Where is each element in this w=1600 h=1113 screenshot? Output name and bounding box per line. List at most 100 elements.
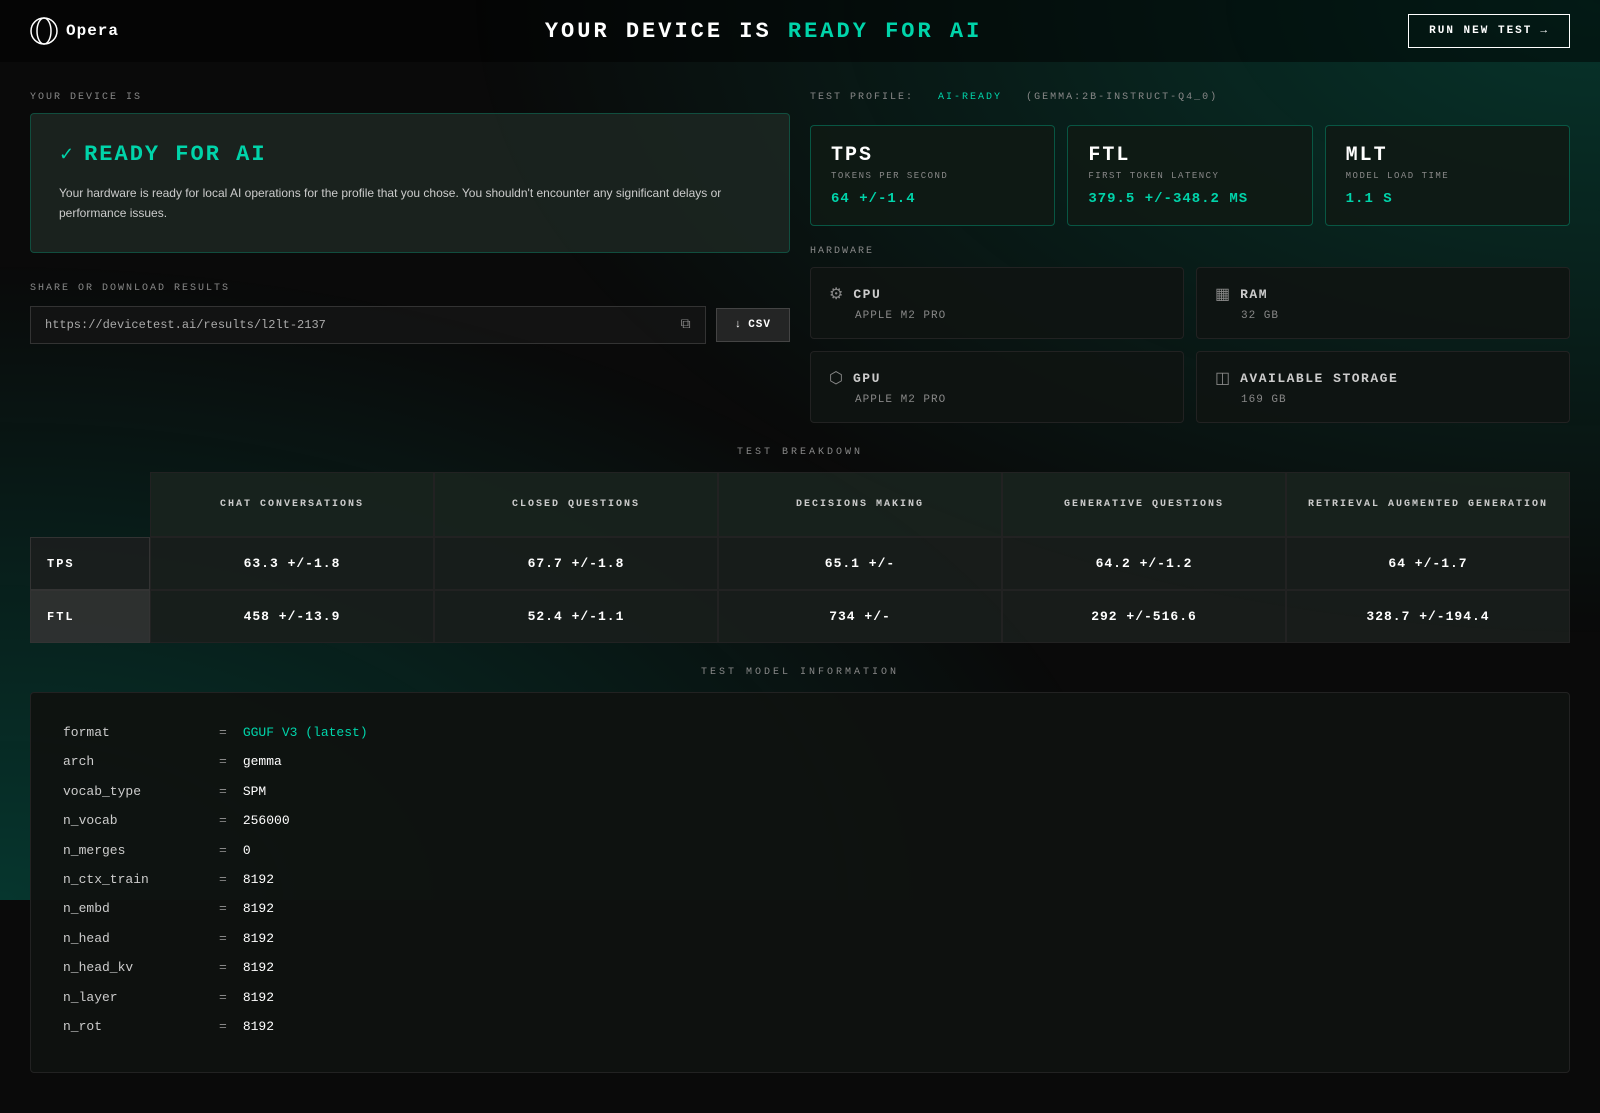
tps-retrieval-cell: 64 +/-1.7 bbox=[1286, 537, 1570, 590]
download-icon: ↓ bbox=[735, 319, 743, 331]
run-test-button[interactable]: RUN NEW TEST → bbox=[1408, 14, 1570, 48]
model-info-line-nvocab: n_vocab = 256000 bbox=[63, 809, 1537, 832]
header-title-highlight: READY FOR AI bbox=[788, 19, 982, 44]
metrics-row: TPS TOKENS PER SECOND 64 +/-1.4 FTL FIRS… bbox=[810, 125, 1570, 226]
hw-cpu-name: CPU bbox=[853, 287, 881, 302]
hardware-label: HARDWARE bbox=[810, 246, 1570, 257]
header: Opera YOUR DEVICE IS READY FOR AI RUN NE… bbox=[0, 0, 1600, 62]
hardware-grid: ⚙ CPU APPLE M2 PRO ▦ RAM 32 GB bbox=[810, 267, 1570, 423]
breakdown-col-decisions: DECISIONS MAKING bbox=[718, 472, 1002, 537]
ftl-closed-cell: 52.4 +/-1.1 bbox=[434, 590, 718, 643]
csv-download-button[interactable]: ↓ CSV bbox=[716, 308, 790, 342]
ftl-decisions-cell: 734 +/- bbox=[718, 590, 1002, 643]
url-display: https://devicetest.ai/results/l2lt-2137 … bbox=[30, 306, 706, 344]
tps-chat-cell: 63.3 +/-1.8 bbox=[150, 537, 434, 590]
info-eq-nlayer: = bbox=[219, 986, 227, 1009]
tps-closed-cell: 67.7 +/-1.8 bbox=[434, 537, 718, 590]
test-breakdown-section: TEST BREAKDOWN CHAT CONVERSATIONS CLOSED… bbox=[0, 447, 1600, 643]
info-eq-nrot: = bbox=[219, 1015, 227, 1038]
info-eq-nmerges: = bbox=[219, 839, 227, 862]
model-info-line-nmerges: n_merges = 0 bbox=[63, 839, 1537, 862]
hw-gpu-header: ⬡ GPU bbox=[829, 368, 1165, 388]
device-section-label: YOUR DEVICE IS bbox=[30, 92, 790, 103]
metric-card-ftl: FTL FIRST TOKEN LATENCY 379.5 +/-348.2 M… bbox=[1067, 125, 1312, 226]
info-eq-nembd: = bbox=[219, 897, 227, 920]
hw-gpu-value: APPLE M2 PRO bbox=[829, 394, 1165, 406]
breakdown-header-row: CHAT CONVERSATIONS CLOSED QUESTIONS DECI… bbox=[30, 472, 1570, 537]
info-key-nrot: n_rot bbox=[63, 1015, 203, 1038]
info-key-nctx: n_ctx_train bbox=[63, 868, 203, 891]
main-content: YOUR DEVICE IS ✓ READY FOR AI Your hardw… bbox=[0, 62, 1600, 423]
info-key-nmerges: n_merges bbox=[63, 839, 203, 862]
tps-decisions-cell: 65.1 +/- bbox=[718, 537, 1002, 590]
hw-ram-header: ▦ RAM bbox=[1215, 284, 1551, 304]
ready-heading: READY FOR AI bbox=[84, 142, 266, 167]
breakdown-col-generative: GENERATIVE QUESTIONS bbox=[1002, 472, 1286, 537]
model-info-line-arch: arch = gemma bbox=[63, 750, 1537, 773]
hw-gpu-name: GPU bbox=[853, 371, 881, 386]
ftl-retrieval-cell: 328.7 +/-194.4 bbox=[1286, 590, 1570, 643]
ready-description: Your hardware is ready for local AI oper… bbox=[59, 183, 761, 224]
header-title-prefix: YOUR DEVICE IS bbox=[545, 19, 788, 44]
copy-icon[interactable]: ⧉ bbox=[681, 317, 691, 333]
hw-storage-name: AVAILABLE STORAGE bbox=[1240, 371, 1398, 386]
metric-tps-value: 64 +/-1.4 bbox=[831, 191, 1034, 207]
model-info-line-nhead: n_head = 8192 bbox=[63, 927, 1537, 950]
info-key-vocab: vocab_type bbox=[63, 780, 203, 803]
info-val-nembd: 8192 bbox=[243, 897, 274, 920]
model-info-card: format = GGUF V3 (latest) arch = gemma v… bbox=[30, 692, 1570, 1073]
breakdown-col-chat: CHAT CONVERSATIONS bbox=[150, 472, 434, 537]
page-wrapper: Opera YOUR DEVICE IS READY FOR AI RUN NE… bbox=[0, 0, 1600, 1113]
metric-ftl-name: FTL bbox=[1088, 144, 1291, 167]
info-val-vocab: SPM bbox=[243, 780, 266, 803]
breakdown-tps-row: TPS 63.3 +/-1.8 67.7 +/-1.8 65.1 +/- 64.… bbox=[30, 537, 1570, 590]
info-val-nrot: 8192 bbox=[243, 1015, 274, 1038]
metric-mlt-sub: MODEL LOAD TIME bbox=[1346, 171, 1549, 181]
metric-mlt-value: 1.1 S bbox=[1346, 191, 1549, 207]
metric-tps-name: TPS bbox=[831, 144, 1034, 167]
hw-storage-value: 169 GB bbox=[1215, 394, 1551, 406]
model-info-line-nrot: n_rot = 8192 bbox=[63, 1015, 1537, 1038]
info-eq-arch: = bbox=[219, 750, 227, 773]
share-label: SHARE OR DOWNLOAD RESULTS bbox=[30, 283, 790, 294]
breakdown-col-closed: CLOSED QUESTIONS bbox=[434, 472, 718, 537]
info-eq-vocab: = bbox=[219, 780, 227, 803]
model-info-line-format: format = GGUF V3 (latest) bbox=[63, 721, 1537, 744]
info-eq-nhead: = bbox=[219, 927, 227, 950]
ftl-generative-cell: 292 +/-516.6 bbox=[1002, 590, 1286, 643]
metric-ftl-value: 379.5 +/-348.2 MS bbox=[1088, 191, 1291, 207]
info-val-nvocab: 256000 bbox=[243, 809, 290, 832]
model-info-line-nlayer: n_layer = 8192 bbox=[63, 986, 1537, 1009]
ftl-chat-cell: 458 +/-13.9 bbox=[150, 590, 434, 643]
model-info-line-nctx: n_ctx_train = 8192 bbox=[63, 868, 1537, 891]
breakdown-empty-col bbox=[30, 472, 150, 537]
info-val-nheadkv: 8192 bbox=[243, 956, 274, 979]
hw-ram-value: 32 GB bbox=[1215, 310, 1551, 322]
hw-cpu-header: ⚙ CPU bbox=[829, 284, 1165, 304]
share-section: SHARE OR DOWNLOAD RESULTS https://device… bbox=[30, 283, 790, 344]
info-val-nctx: 8192 bbox=[243, 868, 274, 891]
model-info-header: TEST MODEL INFORMATION bbox=[30, 667, 1570, 678]
metric-card-mlt: MLT MODEL LOAD TIME 1.1 S bbox=[1325, 125, 1570, 226]
storage-icon: ◫ bbox=[1215, 368, 1230, 388]
hw-card-ram: ▦ RAM 32 GB bbox=[1196, 267, 1570, 339]
ftl-row-label: FTL bbox=[30, 590, 150, 643]
share-row: https://devicetest.ai/results/l2lt-2137 … bbox=[30, 306, 790, 344]
test-profile-model: (GEMMA:2B-INSTRUCT-Q4_0) bbox=[1026, 92, 1218, 103]
info-eq-nctx: = bbox=[219, 868, 227, 891]
info-eq-format: = bbox=[219, 721, 227, 744]
metric-tps-sub: TOKENS PER SECOND bbox=[831, 171, 1034, 181]
device-status-section: YOUR DEVICE IS ✓ READY FOR AI Your hardw… bbox=[30, 92, 790, 253]
info-eq-nvocab: = bbox=[219, 809, 227, 832]
hw-ram-name: RAM bbox=[1240, 287, 1268, 302]
ram-icon: ▦ bbox=[1215, 284, 1230, 304]
test-profile-label: TEST PROFILE: bbox=[810, 92, 914, 103]
hw-card-storage: ◫ AVAILABLE STORAGE 169 GB bbox=[1196, 351, 1570, 423]
test-breakdown-header: TEST BREAKDOWN bbox=[30, 447, 1570, 458]
tps-row-label: TPS bbox=[30, 537, 150, 590]
info-key-arch: arch bbox=[63, 750, 203, 773]
info-key-nvocab: n_vocab bbox=[63, 809, 203, 832]
model-info-line-vocab: vocab_type = SPM bbox=[63, 780, 1537, 803]
info-eq-nheadkv: = bbox=[219, 956, 227, 979]
metric-ftl-sub: FIRST TOKEN LATENCY bbox=[1088, 171, 1291, 181]
